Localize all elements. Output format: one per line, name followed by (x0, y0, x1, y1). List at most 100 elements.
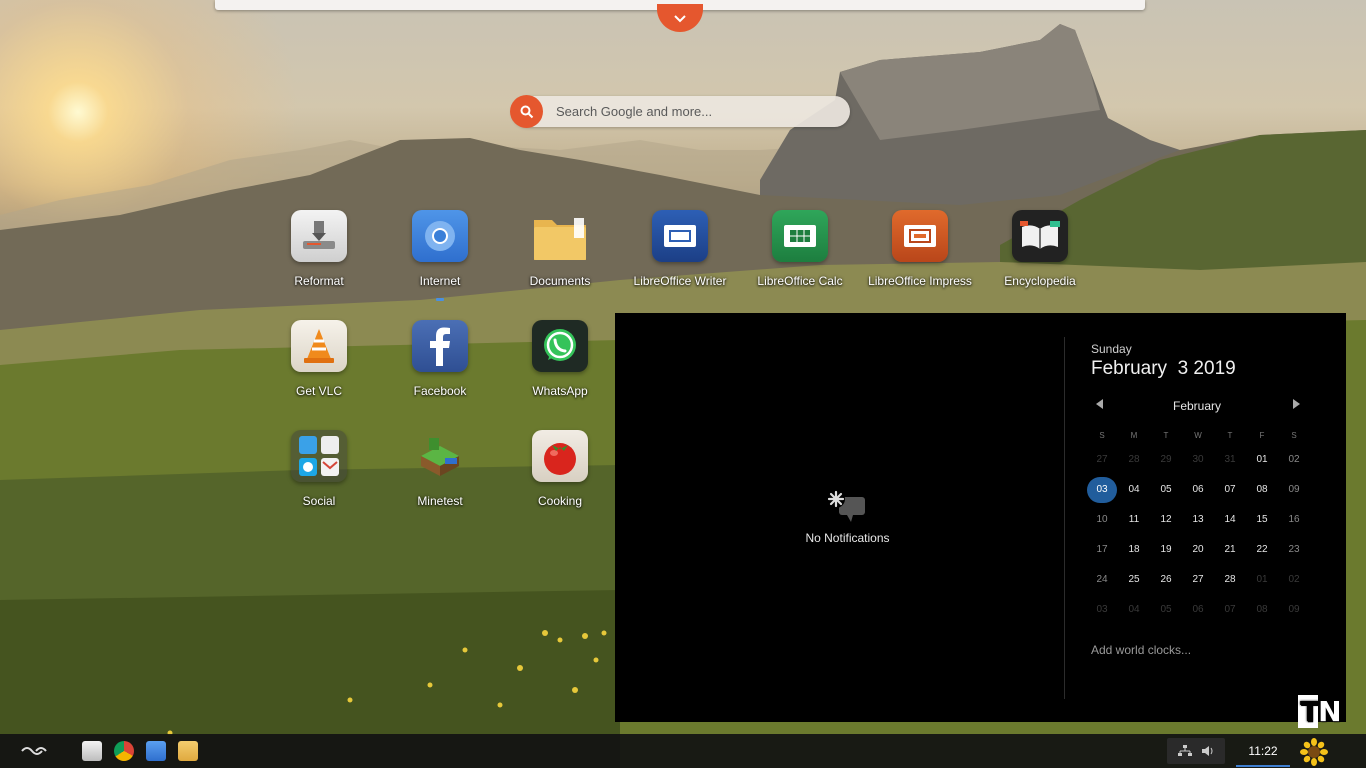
folder-icon (532, 210, 588, 262)
app-get-vlc[interactable]: Get VLC (264, 320, 374, 399)
calendar-day[interactable]: 14 (1214, 505, 1246, 535)
calendar-day[interactable]: 23 (1278, 535, 1310, 565)
clock[interactable]: 11:22 (1236, 734, 1290, 768)
search-bar[interactable] (510, 95, 850, 128)
app-libreoffice-writer[interactable]: LibreOffice Writer (625, 210, 735, 289)
calendar-day[interactable]: 10 (1086, 505, 1118, 535)
calendar-day-number: 22 (1256, 544, 1268, 555)
calendar-day-number: 05 (1160, 604, 1172, 615)
calendar-day[interactable]: 01 (1246, 445, 1278, 475)
calendar-day[interactable]: 28 (1118, 445, 1150, 475)
add-world-clocks-link[interactable]: Add world clocks... (1091, 643, 1191, 657)
calendar-day[interactable]: 06 (1182, 595, 1214, 625)
app-libreoffice-impress[interactable]: LibreOffice Impress (865, 210, 975, 289)
calendar-day[interactable]: 15 (1246, 505, 1278, 535)
calendar-day[interactable]: 29 (1150, 445, 1182, 475)
app-documents[interactable]: Documents (505, 210, 615, 289)
calendar-weekday-header: S (1099, 431, 1105, 440)
calendar-day[interactable]: 04 (1118, 475, 1150, 505)
calendar-day[interactable]: 16 (1278, 505, 1310, 535)
calendar-day[interactable]: 04 (1118, 595, 1150, 625)
next-month-button[interactable] (1289, 399, 1303, 413)
calendar-day[interactable]: 11 (1118, 505, 1150, 535)
calendar-day-number: 15 (1256, 514, 1268, 525)
taskbar: 11:22 (0, 734, 1366, 768)
chromium-icon[interactable] (146, 741, 166, 761)
calendar-day[interactable]: 12 (1150, 505, 1182, 535)
app-label: LibreOffice Writer (633, 274, 727, 288)
calendar-day[interactable]: 07 (1214, 475, 1246, 505)
app-social[interactable]: Social (264, 430, 374, 509)
calendar-day[interactable]: 30 (1182, 445, 1214, 475)
app-libreoffice-calc[interactable]: LibreOffice Calc (745, 210, 855, 289)
folder-icon[interactable] (178, 741, 198, 761)
calendar-day-number: 25 (1128, 574, 1140, 585)
calendar-day[interactable]: 21 (1214, 535, 1246, 565)
calendar-day[interactable]: 13 (1182, 505, 1214, 535)
calendar-day[interactable]: 09 (1278, 595, 1310, 625)
calendar-day-number: 04 (1128, 484, 1140, 495)
calendar-day-number: 11 (1128, 514, 1140, 525)
app-whatsapp[interactable]: WhatsApp (505, 320, 615, 399)
search-icon[interactable] (510, 95, 543, 128)
calendar-day[interactable]: 19 (1150, 535, 1182, 565)
calendar-day[interactable]: 17 (1086, 535, 1118, 565)
usb-drive-icon (291, 210, 347, 262)
app-label: Social (302, 494, 336, 508)
calendar-day-number: 02 (1288, 454, 1300, 465)
app-cooking[interactable]: Cooking (505, 430, 615, 509)
calendar-day-number: 23 (1288, 544, 1300, 555)
minetest-icon (412, 430, 468, 482)
calendar-month-label[interactable]: February (1145, 399, 1249, 413)
calendar-weekday-header: S (1291, 431, 1297, 440)
calendar-day-number: 06 (1192, 604, 1204, 615)
calendar-day-number: 20 (1192, 544, 1204, 555)
calendar-day[interactable]: 09 (1278, 475, 1310, 505)
app-minetest[interactable]: Minetest (385, 430, 495, 509)
calendar-day[interactable]: 05 (1150, 475, 1182, 505)
calendar-day[interactable]: 08 (1246, 595, 1278, 625)
calendar-day[interactable]: 08 (1246, 475, 1278, 505)
chrome-icon[interactable] (114, 741, 134, 761)
calendar-full-date[interactable]: February 3 2019 (1091, 358, 1236, 380)
chromium-icon (412, 210, 468, 262)
calendar-day[interactable]: 03 (1086, 595, 1118, 625)
calendar-day[interactable]: 24 (1086, 565, 1118, 595)
app-encyclopedia[interactable]: Encyclopedia (985, 210, 1095, 289)
calendar-day[interactable]: 31 (1214, 445, 1246, 475)
app-facebook[interactable]: Facebook (385, 320, 495, 399)
calendar-day[interactable]: 28 (1214, 565, 1246, 595)
chevron-down-icon (674, 15, 686, 23)
network-icon[interactable] (1177, 745, 1192, 757)
calendar-day[interactable]: 26 (1150, 565, 1182, 595)
calendar-day[interactable]: 25 (1118, 565, 1150, 595)
sunflower-icon[interactable] (1300, 738, 1328, 766)
calendar-day[interactable]: 18 (1118, 535, 1150, 565)
calendar-day[interactable]: 20 (1182, 535, 1214, 565)
calendar-day[interactable]: 07 (1214, 595, 1246, 625)
clock-active-indicator (1236, 765, 1290, 767)
calendar-day[interactable]: 02 (1278, 445, 1310, 475)
calendar-day[interactable]: 06 (1182, 475, 1214, 505)
calendar-day[interactable]: 27 (1182, 565, 1214, 595)
tomato-icon (532, 430, 588, 482)
app-reformat[interactable]: Reformat (264, 210, 374, 289)
calendar-day[interactable]: 27 (1086, 445, 1118, 475)
chevron-right-icon (1293, 399, 1300, 409)
calendar-day[interactable]: 02 (1278, 565, 1310, 595)
calendar-day-number: 08 (1256, 484, 1268, 495)
search-input[interactable] (556, 96, 841, 127)
volume-icon[interactable] (1201, 745, 1215, 757)
calendar-day[interactable]: 22 (1246, 535, 1278, 565)
calendar-weekday-header: T (1227, 431, 1233, 440)
previous-month-button[interactable] (1093, 399, 1107, 413)
launcher-button[interactable] (10, 740, 58, 762)
system-tray[interactable] (1167, 738, 1225, 764)
files-icon[interactable] (82, 741, 102, 761)
calendar-weekday-header: M (1130, 431, 1138, 440)
calendar-day-number: 09 (1288, 484, 1300, 495)
calendar-day-today[interactable]: 03 (1086, 475, 1118, 505)
app-internet[interactable]: Internet (385, 210, 495, 301)
calendar-day[interactable]: 05 (1150, 595, 1182, 625)
calendar-day[interactable]: 01 (1246, 565, 1278, 595)
